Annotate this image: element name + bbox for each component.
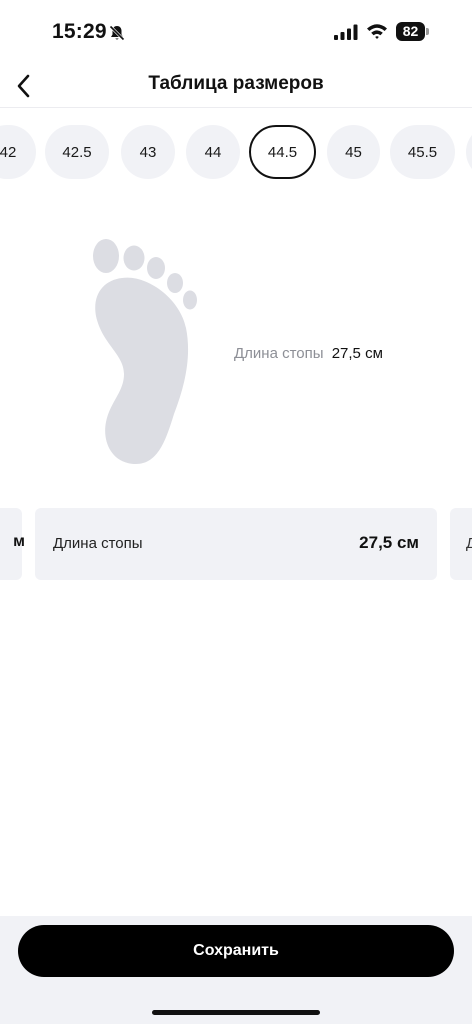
- size-chip-43[interactable]: 43: [121, 125, 175, 179]
- size-chip-42[interactable]: 42: [0, 125, 36, 179]
- home-indicator[interactable]: [152, 1010, 320, 1015]
- card-next-text: Д: [466, 535, 472, 552]
- measurement-card-prev[interactable]: м: [0, 508, 25, 580]
- foot-outline-icon: [93, 239, 197, 464]
- size-chip-44-5-selected[interactable]: 44.5: [249, 125, 316, 179]
- cellular-signal-icon: [334, 24, 358, 40]
- battery-level: 82: [396, 22, 425, 41]
- status-bar: 15:29 82: [0, 0, 472, 64]
- foot-length-value: 27,5 см: [331, 345, 383, 362]
- card-prev-text: м: [13, 533, 25, 550]
- bottom-bar: Сохранить: [0, 916, 472, 1024]
- measurement-card-next[interactable]: Д: [450, 508, 472, 580]
- size-chip-next[interactable]: [466, 125, 472, 179]
- wifi-icon: [367, 24, 387, 39]
- battery-cap: [426, 28, 429, 35]
- measurement-card-foot-length[interactable]: Длина стопы 27,5 см: [35, 508, 437, 580]
- size-chip-45[interactable]: 45: [327, 125, 380, 179]
- card-label: Длина стопы: [53, 535, 143, 552]
- save-button[interactable]: Сохранить: [18, 925, 454, 977]
- battery-icon: 82: [396, 22, 430, 41]
- bell-slash-icon: [109, 25, 125, 41]
- size-chip-44[interactable]: 44: [186, 125, 240, 179]
- measurement-carousel: м Длина стопы 27,5 см Д: [0, 508, 472, 580]
- foot-length-caption: Длина стопы 27,5 см: [234, 345, 383, 362]
- size-chip-42-5[interactable]: 42.5: [45, 125, 109, 179]
- size-selector: 42 42.5 43 44 44.5 45 45.5: [0, 125, 472, 179]
- status-time: 15:29: [52, 20, 107, 43]
- size-chip-45-5[interactable]: 45.5: [390, 125, 455, 179]
- page-title: Таблица размеров: [148, 73, 324, 94]
- header: Таблица размеров: [0, 64, 472, 108]
- foot-length-label: Длина стопы: [234, 345, 324, 362]
- card-value: 27,5 см: [359, 533, 419, 552]
